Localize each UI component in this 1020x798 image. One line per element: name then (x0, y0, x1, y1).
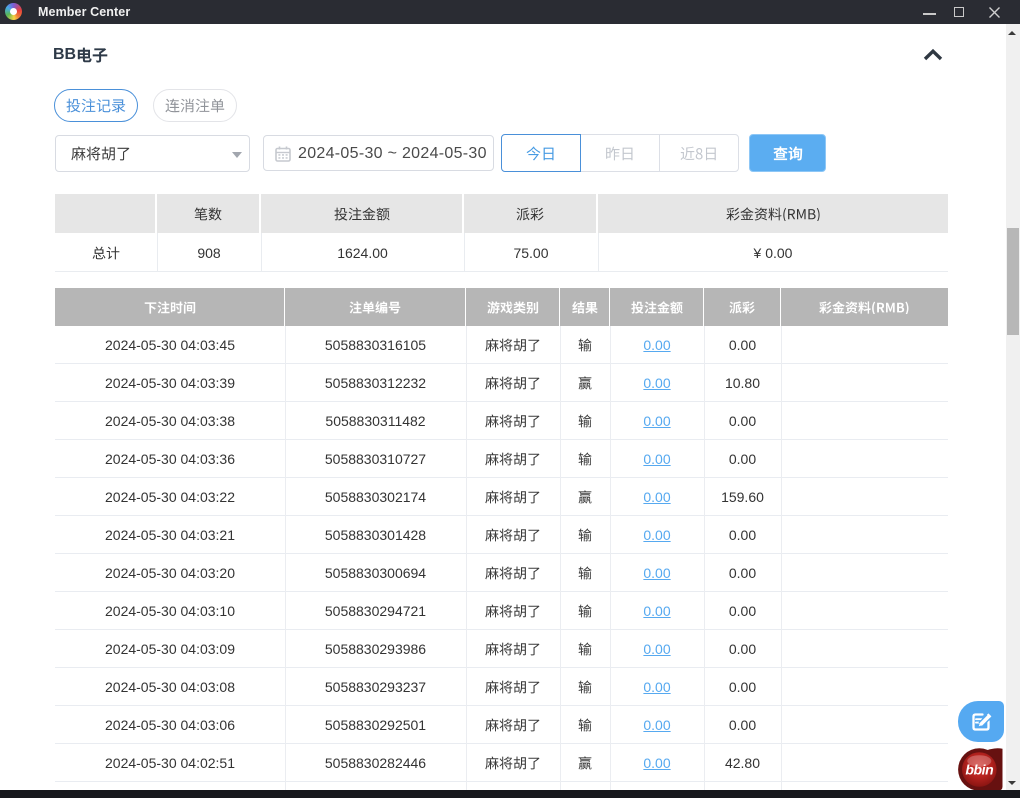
svg-text:bbin: bbin (965, 762, 993, 778)
